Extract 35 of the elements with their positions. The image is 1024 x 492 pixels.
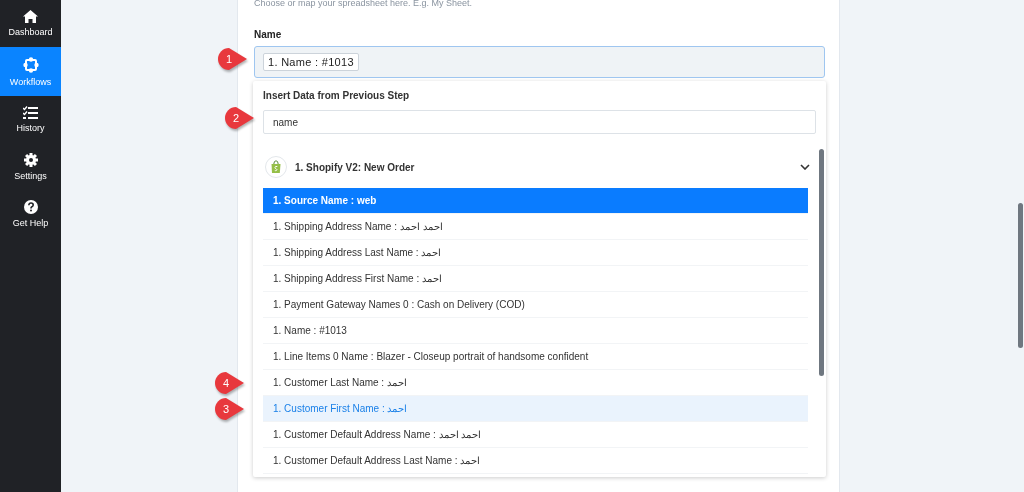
dropdown-title: Insert Data from Previous Step [263,90,411,101]
step-marker: 3 [213,396,246,422]
list-item[interactable]: 1. Shipping Address Last Name : احمد [263,240,808,266]
scrollbar-thumb[interactable] [1018,203,1023,348]
list-item[interactable]: 1. Source Name : web [263,188,808,214]
sidebar-item[interactable]: Workflows [0,47,61,96]
list-item[interactable]: 1. Name : #1013 [263,318,808,344]
workflow-icon [22,56,39,73]
settings-icon [23,152,38,167]
list-item[interactable]: 1. Shipping Address First Name : احمد [263,266,808,292]
search-field[interactable]: name [263,110,816,134]
list-item[interactable]: 1. Payment Gateway Names 0 : Cash on Delivery (COD) [263,292,808,318]
list-item[interactable]: 1. Customer Default Address Last Name : احمد [263,448,808,474]
field-label: Name [254,29,283,40]
step-marker: 4 [213,370,246,396]
group-header[interactable]: 1. Shopify V2: New Order [263,146,816,188]
chevron-down-icon[interactable] [800,164,810,170]
step-marker: 1 [216,46,249,72]
sidebar-item[interactable]: Get Help [0,190,61,237]
shopping-bag-icon [265,156,287,178]
name-field[interactable]: 1. Name : #1013 [254,46,825,78]
scrollbar-thumb[interactable] [819,149,824,376]
list-item[interactable]: 1. Shipping Address Name : احمد احمد [263,214,808,240]
list-item[interactable]: 1. Customer First Name : احمد [263,396,808,422]
step-marker: 2 [223,104,256,131]
help-icon [23,199,38,214]
sidebar-item[interactable]: Settings [0,143,61,190]
sidebar-item[interactable]: Dashboard [0,0,61,47]
list-item[interactable]: 1. Customer Default Address Name : احمد احمد [263,422,808,448]
field-hint: Choose or map your spreadsheet here. E.g. My Sheet. [254,0,474,8]
list-item[interactable]: 1. Line Items 0 Name : Blazer - Closeup portrait of handsome confident [263,344,808,370]
checklist-icon [23,106,38,119]
data-chip[interactable]: 1. Name : #1013 [263,53,359,71]
sidebar-item[interactable]: History [0,96,61,143]
home-icon [23,10,38,23]
